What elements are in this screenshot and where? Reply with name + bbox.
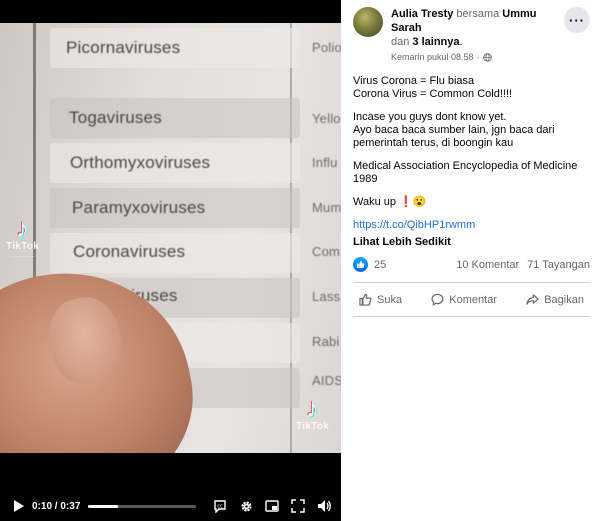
video-player[interactable]: Picornaviruses Polio, infec Togaviruses … bbox=[0, 0, 341, 521]
tiktok-logo-icon: ♪ bbox=[306, 393, 320, 423]
post-text: Virus Corona = Flu biasa bbox=[353, 75, 475, 87]
period: . bbox=[459, 36, 463, 48]
time-current: 0:10 bbox=[32, 500, 53, 512]
post-paragraph: Medical Association Encyclopedia of Medi… bbox=[353, 160, 590, 186]
post-stats: 25 10 Komentar 71 Tayangan bbox=[353, 257, 590, 272]
like-button[interactable]: Suka bbox=[353, 291, 408, 308]
tiktok-watermark-text: TikTok bbox=[6, 241, 40, 252]
like-label: Suka bbox=[377, 293, 403, 306]
captions-icon: cc bbox=[214, 500, 226, 513]
author-line: Aulia Tresty bersama Ummu Sarah dan 3 la… bbox=[391, 7, 564, 49]
with-text: bersama bbox=[456, 8, 500, 20]
post-text: Corona Virus = Common Cold!!!! bbox=[353, 88, 513, 100]
progress-fill bbox=[88, 504, 118, 508]
gear-icon bbox=[240, 500, 252, 512]
post-panel: Aulia Tresty bersama Ummu Sarah dan 3 la… bbox=[341, 0, 600, 521]
frame-text: Coronaviruses bbox=[73, 242, 186, 261]
post-text: Incase you guys dont know yet. bbox=[353, 111, 507, 123]
comment-count[interactable]: 10 Komentar bbox=[456, 259, 519, 271]
post-meta: Aulia Tresty bersama Ummu Sarah dan 3 la… bbox=[391, 5, 564, 62]
others-link[interactable]: 3 lainnya bbox=[412, 36, 459, 48]
post-link[interactable]: https://t.co/QibHP1rwmm bbox=[353, 219, 475, 231]
frame-text: Polio, infec bbox=[312, 40, 341, 55]
like-reaction-icon[interactable] bbox=[353, 257, 368, 272]
frame-text: Rabi bbox=[312, 334, 340, 349]
frame-text: Mum bbox=[312, 200, 341, 215]
post-text: Waku up ❗😮 bbox=[353, 196, 427, 208]
settings-button[interactable] bbox=[237, 497, 255, 515]
timestamp-link[interactable]: Kemarin pukul 08.58 bbox=[391, 52, 474, 62]
reaction-count[interactable]: 25 bbox=[374, 259, 386, 271]
post-time: Kemarin pukul 08.58 · bbox=[391, 52, 564, 62]
engagement-counts: 10 Komentar 71 Tayangan bbox=[456, 259, 590, 271]
fullscreen-icon bbox=[291, 499, 305, 513]
post-text: Ayo baca baca sumber lain, jgn baca dari… bbox=[353, 124, 555, 149]
share-button[interactable]: Bagikan bbox=[520, 291, 590, 308]
post-actions: Suka Komentar Bagikan bbox=[353, 283, 590, 316]
post-paragraph: https://t.co/QibHP1rwmm bbox=[353, 219, 590, 232]
progress-bar[interactable] bbox=[88, 504, 197, 508]
post-paragraph: Incase you guys dont know yet. Ayo baca … bbox=[353, 111, 590, 150]
fingernail-image bbox=[42, 291, 129, 390]
time-total: 0:37 bbox=[60, 500, 81, 512]
post-paragraph: Virus Corona = Flu biasa Corona Virus = … bbox=[353, 75, 590, 101]
frame-text: Togaviruses bbox=[69, 108, 162, 127]
divider bbox=[353, 316, 590, 317]
video-controls: 0:10 / 0:37 cc bbox=[0, 491, 341, 521]
frame-text: Influ bbox=[312, 155, 338, 170]
facebook-video-post: Picornaviruses Polio, infec Togaviruses … bbox=[0, 0, 600, 521]
pip-icon bbox=[265, 500, 279, 512]
thumbs-up-icon bbox=[359, 293, 372, 306]
tiktok-watermark-text: TikTok bbox=[296, 421, 330, 432]
post-text: Medical Association Encyclopedia of Medi… bbox=[353, 160, 578, 185]
tiktok-watermark: ♪ TikTok ········· bbox=[6, 215, 39, 261]
pip-button[interactable] bbox=[263, 497, 281, 515]
volume-button[interactable] bbox=[315, 497, 333, 515]
play-button[interactable] bbox=[0, 500, 28, 512]
view-count: 71 Tayangan bbox=[527, 258, 590, 271]
volume-icon bbox=[317, 500, 331, 512]
post-body: Virus Corona = Flu biasa Corona Virus = … bbox=[353, 75, 590, 249]
svg-text:cc: cc bbox=[217, 504, 223, 510]
frame-text: AIDS bbox=[312, 373, 341, 388]
author-name[interactable]: Aulia Tresty bbox=[391, 8, 453, 20]
frame-text: Picornaviruses bbox=[66, 38, 181, 57]
frame-text: Yello bbox=[312, 111, 341, 126]
tiktok-watermark: ♪ TikTok bbox=[296, 395, 329, 432]
see-less-button[interactable]: Lihat Lebih Sedikit bbox=[353, 236, 590, 249]
avatar[interactable] bbox=[353, 7, 383, 37]
play-icon bbox=[13, 500, 24, 512]
share-label: Bagikan bbox=[544, 293, 584, 306]
comment-button[interactable]: Komentar bbox=[425, 291, 503, 308]
post-paragraph: Waku up ❗😮 bbox=[353, 196, 590, 209]
frame-text: Paramyxoviruses bbox=[72, 198, 206, 217]
share-icon bbox=[526, 294, 539, 305]
frame-text: Orthomyxoviruses bbox=[70, 153, 211, 172]
and-text: dan bbox=[391, 36, 410, 48]
globe-icon[interactable] bbox=[482, 52, 492, 62]
time-display: 0:10 / 0:37 bbox=[32, 501, 80, 512]
post-header: Aulia Tresty bersama Ummu Sarah dan 3 la… bbox=[353, 5, 590, 62]
captions-button[interactable]: cc bbox=[211, 497, 229, 515]
frame-text: Com bbox=[312, 244, 341, 259]
tiktok-handle-text: ········· bbox=[10, 252, 35, 261]
time-separator: · bbox=[476, 52, 480, 62]
thumbs-up-icon bbox=[356, 260, 365, 269]
fullscreen-button[interactable] bbox=[289, 497, 307, 515]
tiktok-logo-icon: ♪ bbox=[16, 213, 30, 243]
frame-text: Lass bbox=[312, 289, 341, 304]
comment-label: Komentar bbox=[449, 293, 497, 306]
comment-icon bbox=[431, 293, 444, 306]
video-frame[interactable]: Picornaviruses Polio, infec Togaviruses … bbox=[0, 23, 341, 453]
control-icons: cc bbox=[211, 497, 341, 515]
more-options-button[interactable]: ··· bbox=[564, 7, 590, 33]
